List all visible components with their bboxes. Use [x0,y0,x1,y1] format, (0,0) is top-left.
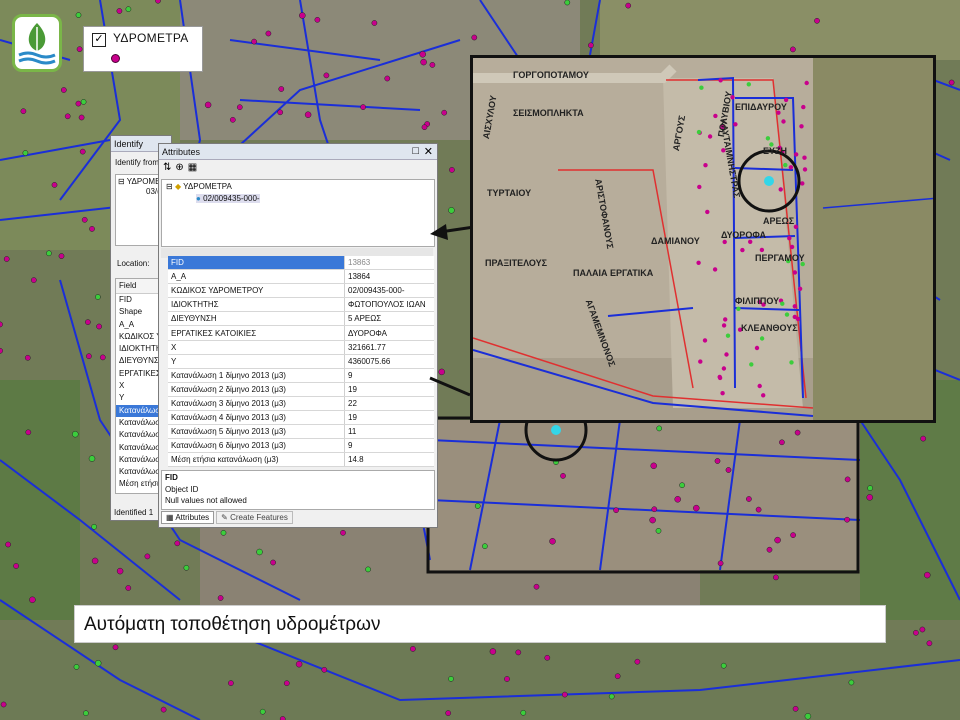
legend-layer-label: ΥΔΡΟΜΕΤΡΑ [113,31,189,45]
identify-status: Identified 1 [114,508,154,517]
layer-visibility-checkbox[interactable]: ✓ [92,33,106,47]
attribute-field: ΕΡΓΑΤΙΚΕΣ ΚΑΤΟΙΚΙΕΣ [168,325,345,341]
map-legend: ✓ ΥΔΡΟΜΕΤΡΑ [83,26,203,72]
attribute-row[interactable]: X 321661.77 [168,340,434,355]
street-label: ΚΛΕΑΝΘΟΥΣ [741,323,798,333]
attribute-value: ΔΥΟΡΟΦΑ [344,325,434,341]
attribute-value: 22 [344,396,434,412]
desc-line1: Object ID [165,485,199,494]
caption-text: Αυτόματη τοποθέτηση υδρομέτρων [84,614,381,635]
attribute-field: FID [168,256,345,271]
attribute-field: ΚΩΔΙΚΟΣ ΥΔΡΟΜΕΤΡΟΥ [168,283,345,299]
attribute-row[interactable]: Κατανάλωση 2 δίμηνο 2013 (μ3) 19 [168,382,434,397]
street-label: ΔΥΟΡΟΦΑ [721,230,766,240]
attribute-value: 19 [344,382,434,397]
expand-icon[interactable]: ⊕ [175,162,183,178]
zoom-inset[interactable]: ΓΟΡΓΟΠΟΤΑΜΟΥ ΣΕΙΣΜΟΠΛΗΚΤΑ ΑΙΣΧΥΛΟΥ ΑΡΓΟΥΣ ΠΟ… [470,55,936,423]
attribute-value: ΦΩΤΟΠΟΥΛΟΣ ΙΩΑΝ [344,297,434,313]
attribute-row[interactable]: Μέση ετήσια κατανάλωση (μ3) 14.8 [168,452,434,468]
attribute-row[interactable]: Κατανάλωση 5 δίμηνο 2013 (μ3) 11 [168,424,434,440]
field-description: FID Object ID Null values not allowed [161,470,435,510]
attribute-value: 9 [344,368,434,383]
attribute-row[interactable]: A_A 13864 [168,269,434,285]
attribute-value: 5 ΑΡΕΩΣ [344,311,434,327]
attribute-value: 9 [344,438,434,454]
desc-line2: Null values not allowed [165,496,247,505]
identify-from-label: Identify from [115,158,160,167]
attribute-row[interactable]: Κατανάλωση 6 δίμηνο 2013 (μ3) 9 [168,438,434,454]
meter-symbol-icon [111,54,120,63]
attributes-layer-node[interactable]: ⊟ ◆ ΥΔΡΟΜΕΤΡΑ [166,182,232,191]
street-label: ΤΥΡΤΑΙΟΥ [487,188,532,198]
attribute-field: Y [168,354,345,369]
highlighted-meter [764,176,774,186]
attribute-field: Μέση ετήσια κατανάλωση (μ3) [168,452,345,468]
attribute-value: 19 [344,410,434,426]
attribute-table: FID 13863 A_A 13864 ΚΩΔΙΚΟΣ ΥΔΡΟΜΕΤΡΟΥ 02/009… [168,256,434,468]
attribute-value: 13863 [344,256,434,271]
street-label: ΠΡΑΞΙΤΕΛΟΥΣ [485,258,548,268]
desc-title: FID [165,473,178,482]
attribute-field: ΙΔΙΟΚΤΗΤΗΣ [168,297,345,313]
attributes-tree[interactable]: ⊟ ◆ ΥΔΡΟΜΕΤΡΑ ● 02/009435-000- [161,179,435,247]
attribute-field: A_A [168,269,345,285]
attribute-row[interactable]: Κατανάλωση 3 δίμηνο 2013 (μ3) 22 [168,396,434,412]
attribute-value: 11 [344,424,434,440]
caption-bar: Αυτόματη τοποθέτηση υδρομέτρων [74,605,886,643]
street-label: ΠΕΡΓΑΜΟΥ [755,253,805,263]
attribute-value: 4360075.66 [344,354,434,369]
attribute-field: Κατανάλωση 5 δίμηνο 2013 (μ3) [168,424,345,440]
street-label: ΑΡΕΩΣ [763,216,795,226]
street-label: ΕΥΖΗ [763,146,788,156]
street-label: ΕΠΙΔΑΥΡΟΥ [735,102,787,112]
attribute-row[interactable]: ΚΩΔΙΚΟΣ ΥΔΡΟΜΕΤΡΟΥ 02/009435-000- [168,283,434,299]
attribute-row[interactable]: FID 13863 [168,256,434,271]
attribute-row[interactable]: ΕΡΓΑΤΙΚΕΣ ΚΑΤΟΙΚΙΕΣ ΔΥΟΡΟΦΑ [168,325,434,341]
attribute-row[interactable]: Y 4360075.66 [168,354,434,369]
attribute-field: ΔΙΕΥΘΥΝΣΗ [168,311,345,327]
street-label: ΦΙΛΙΠΠΟΥ [735,296,780,306]
attributes-title: Attributes [159,144,437,160]
tab-create-features[interactable]: ✎ Create Features [216,511,293,524]
attribute-field: Κατανάλωση 2 δίμηνο 2013 (μ3) [168,382,345,397]
street-label: ΣΕΙΣΜΟΠΛΗΚΤΑ [513,108,584,118]
maximize-icon[interactable]: □ [412,145,419,157]
attribute-row[interactable]: Κατανάλωση 1 δίμηνο 2013 (μ3) 9 [168,368,434,383]
location-label: Location: [117,259,150,268]
table-icon[interactable]: ▦ [188,162,197,178]
attribute-field: Κατανάλωση 1 δίμηνο 2013 (μ3) [168,368,345,383]
attributes-feature-node[interactable]: ● 02/009435-000- [196,194,260,203]
identify-tree-root[interactable]: ⊟ ΥΔΡΟΜΕ [118,177,160,186]
street-label: ΔΑΜΙΑΝΟΥ [651,236,700,246]
attribute-field: Κατανάλωση 6 δίμηνο 2013 (μ3) [168,438,345,454]
attribute-field: X [168,340,345,355]
attribute-row[interactable]: ΙΔΙΟΚΤΗΤΗΣ ΦΩΤΟΠΟΥΛΟΣ ΙΩΑΝ [168,297,434,313]
attribute-value: 321661.77 [344,340,434,355]
attribute-row[interactable]: ΔΙΕΥΘΥΝΣΗ 5 ΑΡΕΩΣ [168,311,434,327]
attribute-value: 02/009435-000- [344,283,434,299]
attribute-field: Κατανάλωση 4 δίμηνο 2013 (μ3) [168,410,345,426]
street-label: ΠΑΛΑΙΑ ΕΡΓΑΤΙΚΑ [573,268,654,278]
attribute-value: 14.8 [344,452,434,468]
company-logo [12,14,62,72]
water-leaf-icon [18,23,56,65]
attributes-toolbar: ⇅ ⊕ ▦ [163,162,197,178]
sort-icon[interactable]: ⇅ [163,162,171,178]
tab-attributes[interactable]: ▦ Attributes [161,511,215,524]
attribute-row[interactable]: Κατανάλωση 4 δίμηνο 2013 (μ3) 19 [168,410,434,426]
attribute-value: 13864 [344,269,434,285]
street-label: ΓΟΡΓΟΠΟΤΑΜΟΥ [513,70,589,80]
close-icon[interactable]: ✕ [424,145,433,158]
attribute-field: Κατανάλωση 3 δίμηνο 2013 (μ3) [168,396,345,412]
